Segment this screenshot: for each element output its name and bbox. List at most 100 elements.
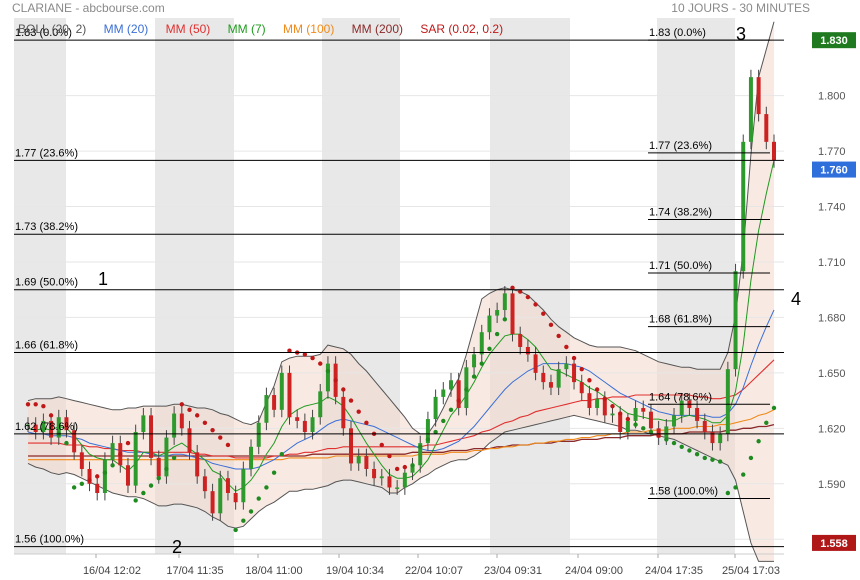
y-tick-label: 1.650	[818, 368, 846, 380]
candle-body	[310, 417, 315, 433]
candle-body	[672, 415, 677, 427]
high-price-badge: 1.830	[812, 32, 856, 49]
sar-dot	[310, 355, 315, 361]
candle-body	[295, 417, 300, 421]
sar-dot	[664, 437, 669, 442]
candle-body	[633, 407, 638, 421]
x-tick-label: 17/04 11:35	[166, 565, 223, 577]
candle-body	[202, 476, 207, 492]
sar-dot	[464, 387, 469, 392]
sar-dot	[156, 476, 161, 481]
sar-dot	[402, 464, 408, 470]
sar-dot	[318, 361, 323, 366]
sar-dot	[110, 463, 115, 468]
fib-label: 1.71 (50.0%)	[649, 260, 712, 272]
sar-dot	[717, 459, 723, 464]
candle-body	[610, 413, 615, 416]
candle-body	[102, 459, 107, 494]
x-tick-label: 24/04 09:00	[565, 565, 623, 577]
sar-dot	[202, 420, 208, 425]
candle-body	[241, 468, 246, 503]
sar-dot	[102, 470, 108, 475]
candle-body	[533, 354, 538, 373]
candle-body	[179, 413, 184, 429]
sar-dot	[348, 398, 354, 403]
candle-body	[772, 141, 776, 161]
fib-label: 1.56 (100.0%)	[15, 534, 84, 546]
candle-body	[472, 354, 477, 368]
sar-dot	[548, 322, 554, 328]
candle-body	[433, 396, 438, 420]
sar-dot	[95, 474, 100, 479]
candle-body	[502, 293, 507, 311]
sar-dot	[187, 407, 192, 413]
candle-body	[218, 478, 223, 514]
sar-dot	[264, 485, 269, 490]
candle	[733, 263, 738, 377]
candle-body	[587, 393, 592, 408]
candle	[510, 286, 515, 342]
candle-body	[748, 77, 753, 142]
sar-dot	[687, 448, 692, 453]
sar-dot	[194, 413, 200, 418]
sar-dot	[133, 498, 138, 503]
candle-body	[641, 407, 646, 412]
sar-dot	[33, 402, 38, 407]
legend-mm200[interactable]: MM (200)	[352, 22, 403, 36]
legend-boll[interactable]: BOLL (20, 2)	[18, 22, 86, 36]
candle-body	[210, 491, 215, 514]
candle-body	[525, 346, 530, 355]
chart-widget: CLARIANE - abcbourse.com 10 JOURS - 30 M…	[0, 0, 860, 580]
candle-body	[441, 389, 446, 397]
annotation-label: 1	[98, 269, 108, 289]
sar-dot	[256, 496, 261, 501]
sar-dot	[387, 453, 392, 459]
sar-dot	[225, 442, 231, 448]
candle-body	[141, 415, 146, 433]
current-price-badge: 1.760	[812, 161, 856, 178]
sar-dot	[541, 311, 546, 316]
sar-dot	[502, 317, 508, 322]
sar-dot	[694, 451, 700, 457]
legend-mm20[interactable]: MM (20)	[104, 22, 149, 36]
x-tick-label: 18/04 11:00	[245, 565, 302, 577]
sar-dot	[25, 402, 31, 407]
x-tick-label: 24/04 17:35	[645, 565, 703, 577]
candle-body	[249, 446, 254, 469]
annotation-label: 2	[172, 537, 182, 557]
legend-sar[interactable]: SAR (0.02, 0.2)	[420, 22, 503, 36]
sar-dot	[48, 413, 54, 418]
candle-body	[325, 363, 330, 392]
sar-dot	[525, 294, 531, 300]
sar-dot	[571, 355, 577, 361]
sar-dot	[671, 440, 677, 446]
candle-body	[764, 114, 769, 142]
sar-dot	[171, 455, 177, 461]
candle-body	[541, 372, 546, 383]
fib-label: 1.83 (0.0%)	[649, 27, 706, 39]
session-band	[657, 18, 735, 554]
candle	[748, 69, 753, 150]
candle-body	[664, 426, 669, 438]
fib-label: 1.77 (23.6%)	[649, 140, 712, 152]
legend-mm100[interactable]: MM (100)	[283, 22, 334, 36]
legend-mm7[interactable]: MM (7)	[228, 22, 266, 36]
legend-mm50[interactable]: MM (50)	[166, 22, 211, 36]
sar-dot	[233, 527, 238, 533]
candle-body	[195, 452, 200, 477]
fib-label: 1.74 (38.2%)	[649, 206, 712, 218]
sar-dot	[210, 427, 215, 433]
candle-body	[318, 391, 323, 418]
sar-dot	[579, 366, 584, 372]
candle-body	[579, 382, 584, 394]
y-tick-label: 1.590	[818, 479, 846, 491]
sar-dot	[479, 361, 484, 366]
candle-body	[572, 363, 577, 383]
candle-body	[495, 310, 500, 316]
high-price-badge-text: 1.830	[820, 35, 848, 47]
sar-dot	[641, 426, 646, 431]
sar-dot	[164, 466, 169, 472]
candle-body	[372, 468, 377, 479]
sar-dot	[756, 439, 761, 444]
candle-body	[356, 456, 361, 464]
